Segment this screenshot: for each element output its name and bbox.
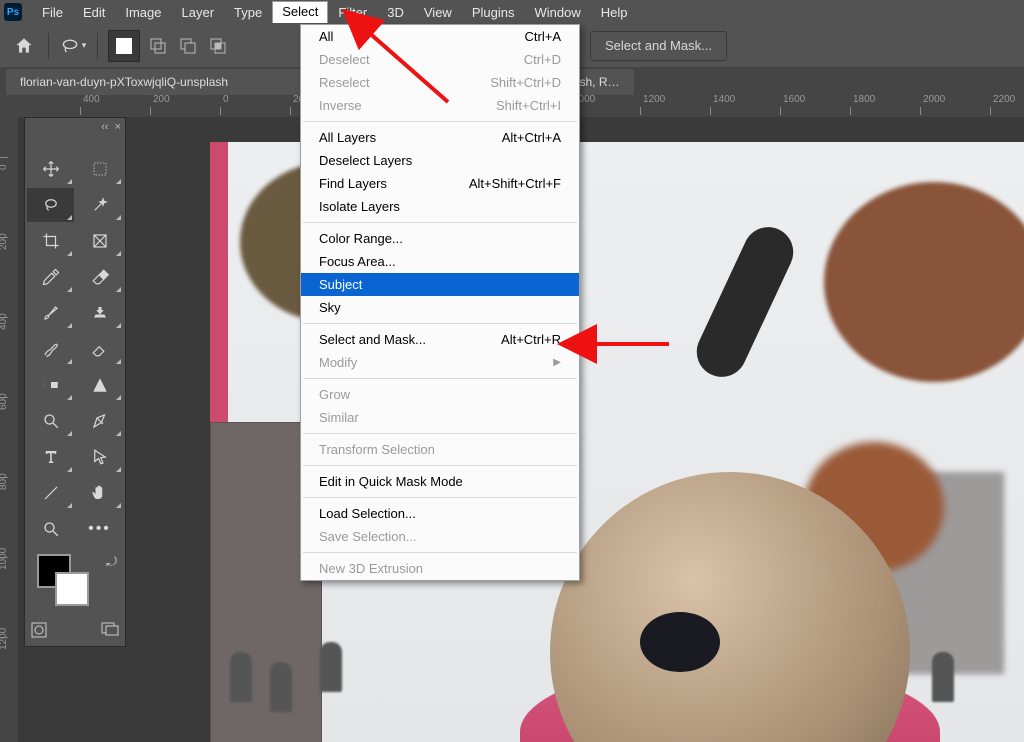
move-tool[interactable]: [27, 152, 74, 186]
menu-separator: [303, 465, 577, 466]
marquee-tool[interactable]: [76, 152, 123, 186]
color-swatches[interactable]: ⤾: [25, 548, 125, 616]
menu-item-find-layers[interactable]: Find LayersAlt+Shift+Ctrl+F: [301, 172, 579, 195]
menu-layer[interactable]: Layer: [172, 2, 225, 23]
selection-mode-subtract[interactable]: [176, 34, 200, 58]
hand-tool[interactable]: [76, 476, 123, 510]
ruler-tick: 1600: [783, 94, 805, 105]
lasso-tool[interactable]: [27, 188, 74, 222]
path-select-tool[interactable]: [76, 440, 123, 474]
menu-item-grow: Grow: [301, 383, 579, 406]
vertical-ruler: 0 200 400 600 800 1000 1200: [0, 117, 18, 742]
screen-mode-toggle[interactable]: [101, 620, 119, 642]
ruler-tick: 400: [0, 313, 9, 330]
menu-item-subject[interactable]: Subject: [301, 273, 579, 296]
menu-separator: [303, 323, 577, 324]
history-brush-tool[interactable]: [27, 332, 74, 366]
ruler-tick: 200: [0, 233, 9, 250]
swap-colors-icon[interactable]: ⤾: [106, 554, 117, 570]
background-color[interactable]: [55, 572, 89, 606]
lasso-tool-icon[interactable]: ▾: [59, 32, 87, 60]
ruler-tick: 2000: [923, 94, 945, 105]
menu-separator: [303, 121, 577, 122]
ruler-tick: 800: [0, 473, 9, 490]
quick-mask-toggle[interactable]: [31, 620, 49, 642]
menu-item-load-selection[interactable]: Load Selection...: [301, 502, 579, 525]
menu-item-select-and-mask[interactable]: Select and Mask...Alt+Ctrl+R: [301, 328, 579, 351]
home-icon[interactable]: [10, 32, 38, 60]
menu-item-modify: Modify▶: [301, 351, 579, 374]
menu-plugins[interactable]: Plugins: [462, 2, 525, 23]
ruler-tick: 200: [153, 94, 170, 105]
menu-separator: [303, 222, 577, 223]
selection-mode-intersect[interactable]: [206, 34, 230, 58]
menubar: Ps File Edit Image Layer Type Select Fil…: [0, 0, 1024, 24]
menu-item-save-selection: Save Selection...: [301, 525, 579, 548]
menu-item-color-range[interactable]: Color Range...: [301, 227, 579, 250]
collapse-icon[interactable]: ‹‹: [101, 121, 108, 133]
selection-mode-new[interactable]: [108, 30, 140, 62]
tools-panel: ‹‹ × •••: [24, 117, 126, 647]
zoom-tool[interactable]: [27, 512, 74, 546]
menu-file[interactable]: File: [32, 2, 73, 23]
separator: [48, 33, 49, 59]
clone-stamp-tool[interactable]: [76, 296, 123, 330]
menu-item-focus-area[interactable]: Focus Area...: [301, 250, 579, 273]
menu-separator: [303, 378, 577, 379]
eyedropper-tool[interactable]: [27, 260, 74, 294]
menu-item-transform-selection: Transform Selection: [301, 438, 579, 461]
shape-tool[interactable]: [76, 368, 123, 402]
ruler-tick: 1200: [643, 94, 665, 105]
brush-tool[interactable]: [27, 296, 74, 330]
menu-type[interactable]: Type: [224, 2, 272, 23]
annotation-arrow: [358, 22, 458, 117]
menu-help[interactable]: Help: [591, 2, 638, 23]
menu-separator: [303, 552, 577, 553]
ruler-tick: 600: [0, 393, 9, 410]
menu-item-all-layers[interactable]: All LayersAlt+Ctrl+A: [301, 126, 579, 149]
ruler-tick: 2200: [993, 94, 1015, 105]
menu-item-new-3d-extrusion: New 3D Extrusion: [301, 557, 579, 580]
ruler-tick: 1800: [853, 94, 875, 105]
selection-mode-add[interactable]: [146, 34, 170, 58]
menu-select[interactable]: Select: [272, 1, 328, 23]
menu-window[interactable]: Window: [524, 2, 590, 23]
menu-item-sky[interactable]: Sky: [301, 296, 579, 319]
menu-item-edit-in-quick-mask-mode[interactable]: Edit in Quick Mask Mode: [301, 470, 579, 493]
crop-tool[interactable]: [27, 224, 74, 258]
ruler-tick: 0: [0, 164, 9, 170]
menu-image[interactable]: Image: [115, 2, 171, 23]
ruler-tick: 400: [83, 94, 100, 105]
menu-separator: [303, 497, 577, 498]
menu-view[interactable]: View: [414, 2, 462, 23]
menu-filter[interactable]: Filter: [328, 2, 377, 23]
ruler-tick: 1400: [713, 94, 735, 105]
type-tool[interactable]: [27, 440, 74, 474]
eraser-tool[interactable]: [76, 260, 123, 294]
menu-3d[interactable]: 3D: [377, 2, 414, 23]
ruler-tick: 1000: [0, 548, 9, 570]
ruler-tick: 1200: [0, 628, 9, 650]
tab-label: florian-van-duyn-pXToxwjqliQ-unsplash: [20, 75, 228, 89]
gradient-tool[interactable]: [27, 368, 74, 402]
menu-item-isolate-layers[interactable]: Isolate Layers: [301, 195, 579, 218]
more-tool[interactable]: •••: [76, 512, 123, 546]
close-icon[interactable]: ×: [115, 121, 121, 133]
menu-separator: [303, 433, 577, 434]
menu-item-similar: Similar: [301, 406, 579, 429]
frame-tool[interactable]: [76, 224, 123, 258]
menu-edit[interactable]: Edit: [73, 2, 115, 23]
separator: [97, 33, 98, 59]
app-logo: Ps: [4, 3, 22, 21]
eraser-tool-2[interactable]: [76, 332, 123, 366]
zoom-tool-b[interactable]: [27, 404, 74, 438]
magic-wand-tool[interactable]: [76, 188, 123, 222]
select-and-mask-button[interactable]: Select and Mask...: [590, 31, 727, 61]
ruler-tick: 0: [223, 94, 229, 105]
annotation-arrow: [584, 334, 674, 359]
line-tool[interactable]: [27, 476, 74, 510]
pen-tool[interactable]: [76, 404, 123, 438]
menu-item-deselect-layers[interactable]: Deselect Layers: [301, 149, 579, 172]
